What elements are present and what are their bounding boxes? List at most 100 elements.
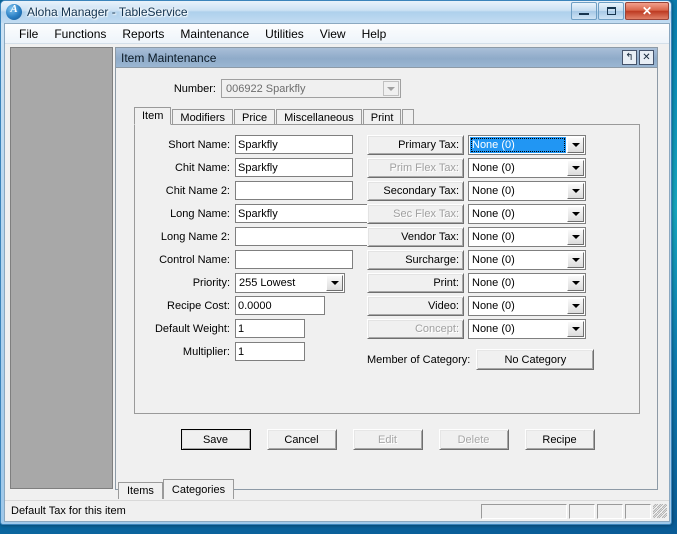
chit-name-2-input[interactable]	[235, 181, 353, 200]
chevron-down-icon[interactable]	[567, 228, 584, 245]
concept-label-button: Concept:	[367, 318, 464, 339]
multiplier-label: Multiplier:	[182, 345, 230, 358]
vendor-tax-combo[interactable]: None (0)	[468, 226, 586, 247]
chit-name-input[interactable]: Sparkfly	[235, 158, 353, 177]
priority-combo[interactable]: 255 Lowest	[235, 272, 345, 293]
secondary-tax-label-button[interactable]: Secondary Tax:	[367, 180, 464, 201]
chevron-down-icon[interactable]	[567, 159, 584, 176]
control-name-label: Control Name:	[159, 253, 230, 266]
chevron-down-icon[interactable]	[567, 182, 584, 199]
primary-tax-combo[interactable]: None (0)	[468, 134, 586, 155]
chevron-down-icon[interactable]	[567, 205, 584, 222]
close-button[interactable]: ✕	[625, 2, 669, 20]
right-field-column: Primary Tax: None (0) Prim Flex Tax: Non…	[367, 133, 586, 340]
field-row-sec-flex-tax: Sec Flex Tax: None (0)	[367, 202, 586, 225]
print-combo[interactable]: None (0)	[468, 272, 586, 293]
menu-bar: File Functions Reports Maintenance Utili…	[5, 24, 669, 44]
long-name-2-input[interactable]	[235, 227, 383, 246]
bottom-tab-items[interactable]: Items	[118, 482, 163, 499]
video-label-button[interactable]: Video:	[367, 295, 464, 316]
chevron-down-icon[interactable]	[567, 136, 584, 153]
tab-page-item: Short Name: Sparkfly Chit Name: Sparkfly…	[134, 124, 640, 414]
menu-item-file[interactable]: File	[11, 25, 46, 43]
secondary-tax-combo[interactable]: None (0)	[468, 180, 586, 201]
maximize-button[interactable]	[598, 2, 624, 20]
dialog-action-buttons: Save Cancel Edit Delete Recipe	[116, 429, 659, 450]
recipe-button[interactable]: Recipe	[524, 429, 595, 450]
field-row-multiplier: Multiplier: 1	[135, 340, 383, 363]
sec-flex-tax-label-button: Sec Flex Tax:	[367, 203, 464, 224]
window-titlebar[interactable]: Aloha Manager - TableService ✕	[1, 1, 671, 23]
prim-flex-tax-value: None (0)	[472, 161, 515, 174]
minimize-button[interactable]	[571, 2, 597, 20]
resize-grip-icon[interactable]	[653, 504, 667, 518]
number-value: 006922 Sparkfly	[226, 82, 306, 95]
tab-price[interactable]: Price	[234, 109, 276, 125]
field-row-surcharge: Surcharge: None (0)	[367, 248, 586, 271]
close-icon[interactable]: ✕	[639, 50, 654, 65]
chevron-down-icon[interactable]	[567, 251, 584, 268]
field-row-secondary-tax: Secondary Tax: None (0)	[367, 179, 586, 202]
menu-item-reports[interactable]: Reports	[114, 25, 172, 43]
primary-tax-label-button[interactable]: Primary Tax:	[367, 134, 464, 155]
video-combo[interactable]: None (0)	[468, 295, 586, 316]
recipe-cost-input[interactable]: 0.0000	[235, 296, 325, 315]
bottom-tab-strip: Items Categories	[118, 479, 235, 499]
field-row-recipe-cost: Recipe Cost: 0.0000	[135, 294, 383, 317]
long-name-2-label: Long Name 2:	[160, 230, 230, 243]
restore-icon[interactable]: ↰	[622, 50, 637, 65]
field-row-long-name-2: Long Name 2:	[135, 225, 383, 248]
control-name-input[interactable]	[235, 250, 353, 269]
chevron-down-icon[interactable]	[383, 81, 399, 96]
chevron-down-icon[interactable]	[567, 320, 584, 337]
print-label-button[interactable]: Print:	[367, 272, 464, 293]
chevron-down-icon[interactable]	[567, 297, 584, 314]
default-weight-input[interactable]: 1	[235, 319, 305, 338]
tab-item[interactable]: Item	[134, 107, 172, 125]
surcharge-combo[interactable]: None (0)	[468, 249, 586, 270]
chevron-down-icon[interactable]	[567, 274, 584, 291]
window-title: Aloha Manager - TableService	[27, 5, 188, 19]
cancel-button[interactable]: Cancel	[266, 429, 337, 450]
vendor-tax-label-button[interactable]: Vendor Tax:	[367, 226, 464, 247]
menu-item-view[interactable]: View	[312, 25, 354, 43]
prim-flex-tax-label-button: Prim Flex Tax:	[367, 157, 464, 178]
menu-item-utilities[interactable]: Utilities	[257, 25, 312, 43]
priority-value: 255 Lowest	[239, 276, 296, 289]
field-row-video: Video: None (0)	[367, 294, 586, 317]
tab-modifiers[interactable]: Modifiers	[172, 109, 234, 125]
number-row: Number: 006922 Sparkfly	[116, 79, 657, 98]
chevron-down-icon[interactable]	[326, 274, 343, 291]
bottom-tab-categories[interactable]: Categories	[162, 479, 235, 499]
prim-flex-tax-combo[interactable]: None (0)	[468, 157, 586, 178]
concept-combo[interactable]: None (0)	[468, 318, 586, 339]
left-field-column: Short Name: Sparkfly Chit Name: Sparkfly…	[135, 133, 383, 363]
menu-item-help[interactable]: Help	[354, 25, 395, 43]
surcharge-label-button[interactable]: Surcharge:	[367, 249, 464, 270]
field-row-short-name: Short Name: Sparkfly	[135, 133, 383, 156]
short-name-input[interactable]: Sparkfly	[235, 135, 353, 154]
priority-label: Priority:	[192, 276, 230, 289]
number-combo[interactable]: 006922 Sparkfly	[221, 79, 401, 98]
no-category-button[interactable]: No Category	[476, 349, 595, 370]
tab-print[interactable]: Print	[362, 109, 402, 125]
number-label: Number:	[173, 82, 216, 95]
field-row-vendor-tax: Vendor Tax: None (0)	[367, 225, 586, 248]
field-row-control-name: Control Name:	[135, 248, 383, 271]
field-row-prim-flex-tax: Prim Flex Tax: None (0)	[367, 156, 586, 179]
field-row-priority: Priority: 255 Lowest	[135, 271, 383, 294]
tab-miscellaneous[interactable]: Miscellaneous	[276, 109, 362, 125]
save-button[interactable]: Save	[180, 429, 251, 450]
chit-name-2-label: Chit Name 2:	[165, 184, 230, 197]
sec-flex-tax-combo[interactable]: None (0)	[468, 203, 586, 224]
long-name-input[interactable]: Sparkfly	[235, 204, 383, 223]
aloha-logo-icon	[6, 3, 22, 20]
menu-item-functions[interactable]: Functions	[46, 25, 114, 43]
tab-strip: Item Modifiers Price Miscellaneous Print	[134, 107, 415, 125]
dialog-titlebar[interactable]: Item Maintenance ↰ ✕	[116, 48, 657, 68]
menu-item-maintenance[interactable]: Maintenance	[172, 25, 257, 43]
multiplier-input[interactable]: 1	[235, 342, 305, 361]
dialog-body: Number: 006922 Sparkfly Item Modifiers P…	[116, 69, 657, 489]
default-weight-label: Default Weight:	[154, 322, 230, 335]
chit-name-label: Chit Name:	[174, 161, 230, 174]
